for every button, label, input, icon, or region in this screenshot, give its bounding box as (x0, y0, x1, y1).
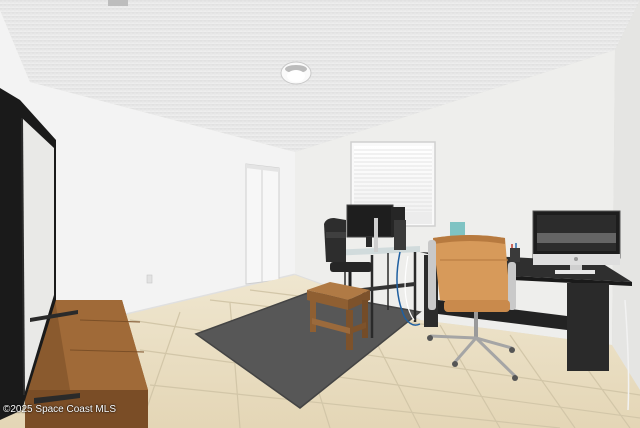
photo-watermark: ©2025 Space Coast MLS (3, 404, 116, 415)
desktop-monitor (346, 204, 394, 238)
room-scene (0, 0, 640, 428)
wall-outlet (146, 274, 153, 284)
keyboard (555, 270, 595, 274)
pc-tower (394, 220, 406, 250)
pen-cup (510, 248, 520, 262)
room-photo: ©2025 Space Coast MLS (0, 0, 640, 428)
tissue-box (450, 222, 465, 236)
ceiling-vent (108, 0, 128, 6)
